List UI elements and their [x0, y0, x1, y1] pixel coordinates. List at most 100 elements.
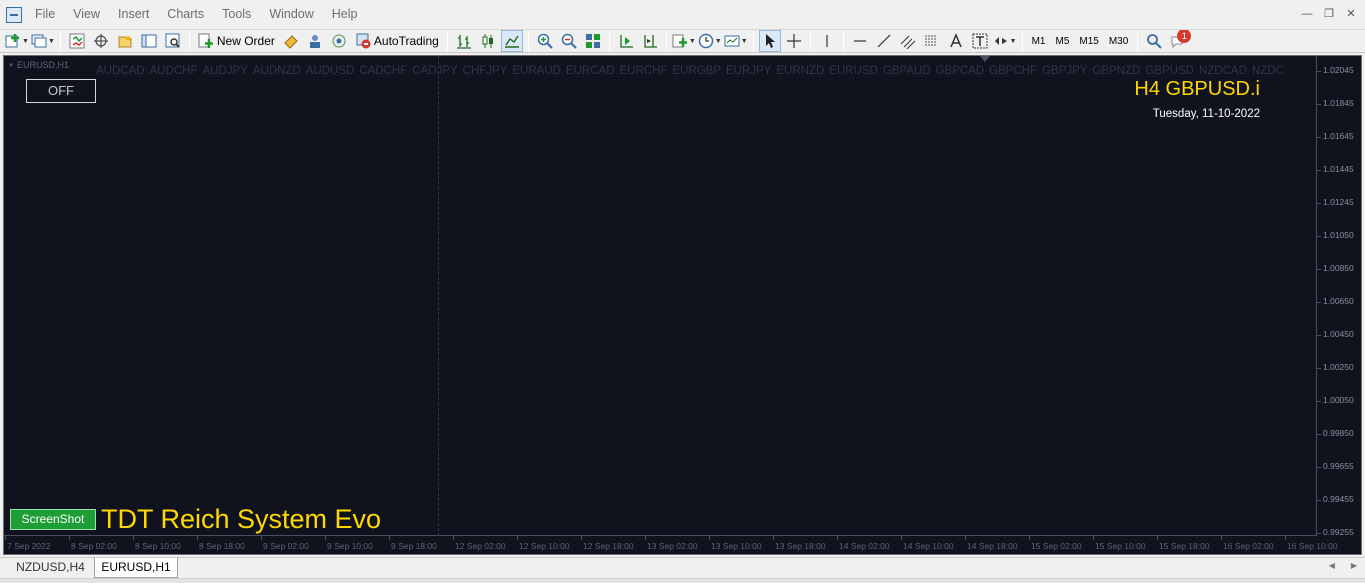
cursor-button[interactable]: [758, 30, 781, 52]
bar-chart-button[interactable]: [453, 30, 475, 52]
pair-button[interactable]: EURNZD: [776, 65, 824, 77]
notifications-button[interactable]: 1: [1167, 30, 1192, 52]
price-label: 1.00850: [1323, 263, 1354, 273]
menu-view[interactable]: View: [64, 0, 109, 29]
strategy-tester-button[interactable]: [162, 30, 184, 52]
menu-window[interactable]: Window: [260, 0, 322, 29]
tab-nzdusd-h4[interactable]: NZDUSD,H4: [8, 558, 93, 578]
pair-button[interactable]: GBPNZD: [1092, 65, 1140, 77]
templates-button[interactable]: ▼: [724, 30, 748, 52]
text-button[interactable]: [945, 30, 967, 52]
pair-button[interactable]: NZDC: [1252, 65, 1284, 77]
pair-button[interactable]: CHFJPY: [463, 65, 508, 77]
price-label: 1.00650: [1323, 296, 1354, 306]
candlestick-chart-button[interactable]: [477, 30, 499, 52]
timeframe-m30[interactable]: M30: [1105, 30, 1132, 52]
text-label-icon: [972, 33, 988, 49]
toolbar-separator: [809, 31, 811, 51]
pair-button[interactable]: AUDUSD: [306, 65, 355, 77]
new-order-button[interactable]: New Order: [195, 30, 278, 52]
pair-button[interactable]: EURUSD: [829, 65, 878, 77]
time-label: 8 Sep 02:00: [71, 541, 117, 551]
terminal-button[interactable]: [138, 30, 160, 52]
vertical-line-button[interactable]: [816, 30, 838, 52]
zoom-out-button[interactable]: [558, 30, 580, 52]
pair-button[interactable]: GBPCAD: [936, 65, 985, 77]
market-watch-button[interactable]: [66, 30, 88, 52]
chart-shift-button[interactable]: [639, 30, 661, 52]
text-label-button[interactable]: [969, 30, 991, 52]
menu-tools[interactable]: Tools: [213, 0, 260, 29]
pair-button[interactable]: EURCAD: [566, 65, 615, 77]
tab-scroll-right-icon[interactable]: ▶: [1351, 561, 1357, 570]
pair-button[interactable]: AUDNZD: [253, 65, 301, 77]
tab-scroll-left-icon[interactable]: ◀: [1329, 561, 1335, 570]
toolbar-separator: [608, 31, 610, 51]
indicators-button[interactable]: ▼: [672, 30, 696, 52]
off-button[interactable]: OFF: [26, 79, 96, 103]
arrows-button[interactable]: ▼: [993, 30, 1017, 52]
horizontal-line-button[interactable]: [849, 30, 871, 52]
menu-file[interactable]: File: [26, 0, 64, 29]
new-chart-button[interactable]: ▼: [5, 30, 29, 52]
line-chart-button[interactable]: [500, 30, 523, 52]
pair-button[interactable]: AUDCHF: [150, 65, 198, 77]
navigator-button[interactable]: [114, 30, 136, 52]
trader-button[interactable]: [304, 30, 326, 52]
pair-button[interactable]: GBPUSD: [1145, 65, 1194, 77]
timeframe-m1[interactable]: M1: [1028, 30, 1050, 52]
chart-shift-marker[interactable]: [980, 56, 990, 62]
price-tick: [1317, 335, 1321, 336]
periods-button[interactable]: ▼: [698, 30, 722, 52]
pair-button[interactable]: EURAUD: [512, 65, 561, 77]
pair-button[interactable]: CADJPY: [412, 65, 457, 77]
close-icon[interactable]: ✕: [1341, 6, 1361, 22]
crosshair-button[interactable]: [783, 30, 805, 52]
time-label: 12 Sep 10:00: [519, 541, 570, 551]
fibonacci-button[interactable]: [921, 30, 943, 52]
profiles-button[interactable]: ▼: [31, 30, 55, 52]
pair-button[interactable]: EURGBP: [672, 65, 721, 77]
new-chart-icon: [5, 34, 19, 48]
screenshot-button[interactable]: ScreenShot: [10, 509, 96, 530]
menu-charts[interactable]: Charts: [158, 0, 213, 29]
pair-button[interactable]: GBPJPY: [1042, 65, 1087, 77]
trendline-button[interactable]: [873, 30, 895, 52]
price-tick: [1317, 434, 1321, 435]
equidistant-channel-button[interactable]: [897, 30, 919, 52]
search-button[interactable]: [1143, 30, 1165, 52]
data-window-button[interactable]: [90, 30, 112, 52]
pair-button[interactable]: GBPCHF: [989, 65, 1037, 77]
pair-button[interactable]: EURCHF: [620, 65, 668, 77]
pair-button[interactable]: AUDJPY: [202, 65, 247, 77]
tab-eurusd-h1[interactable]: EURUSD,H1: [94, 558, 178, 578]
tab-scroll-controls: ◀ ▶: [1329, 561, 1357, 570]
toolbar-separator: [188, 31, 190, 51]
price-axis[interactable]: 1.02045 1.01845 1.01645 1.01445 1.01245 1.010…: [1317, 56, 1361, 537]
zoom-in-button[interactable]: [534, 30, 556, 52]
autotrading-button[interactable]: AutoTrading: [352, 30, 442, 52]
equidistant-channel-icon: [900, 35, 915, 49]
timeframe-m5[interactable]: M5: [1051, 30, 1073, 52]
tile-windows-button[interactable]: [582, 30, 604, 52]
chart-window[interactable]: EURUSD,H1 AUDCAD AUDCHF AUDJPY AUDNZD AUDUSD…: [3, 55, 1362, 555]
autoscroll-button[interactable]: [615, 30, 637, 52]
pair-button[interactable]: NZDCAD: [1199, 65, 1247, 77]
chart-plot-area[interactable]: EURUSD,H1 AUDCAD AUDCHF AUDJPY AUDNZD AUDUSD…: [4, 56, 1317, 536]
price-label: 1.02045: [1323, 65, 1354, 75]
menu-insert[interactable]: Insert: [109, 0, 158, 29]
menu-help[interactable]: Help: [323, 0, 367, 29]
pair-button[interactable]: GBPAUD: [883, 65, 931, 77]
app-chart-icon[interactable]: [6, 6, 22, 23]
timeframe-m15[interactable]: M15: [1075, 30, 1102, 52]
pair-button[interactable]: AUDCAD: [96, 65, 145, 77]
minimize-icon[interactable]: —: [1297, 6, 1317, 22]
restore-icon[interactable]: ❐: [1319, 6, 1339, 22]
time-label: 14 Sep 02:00: [839, 541, 890, 551]
pair-button[interactable]: EURJPY: [726, 65, 771, 77]
price-label: 1.00450: [1323, 329, 1354, 339]
pair-button[interactable]: CADCHF: [359, 65, 407, 77]
time-axis[interactable]: 7 Sep 2022 8 Sep 02:00 8 Sep 10:00 8 Sep 18…: [4, 536, 1338, 554]
metaeditor-button[interactable]: [280, 30, 302, 52]
signals-button[interactable]: [328, 30, 350, 52]
